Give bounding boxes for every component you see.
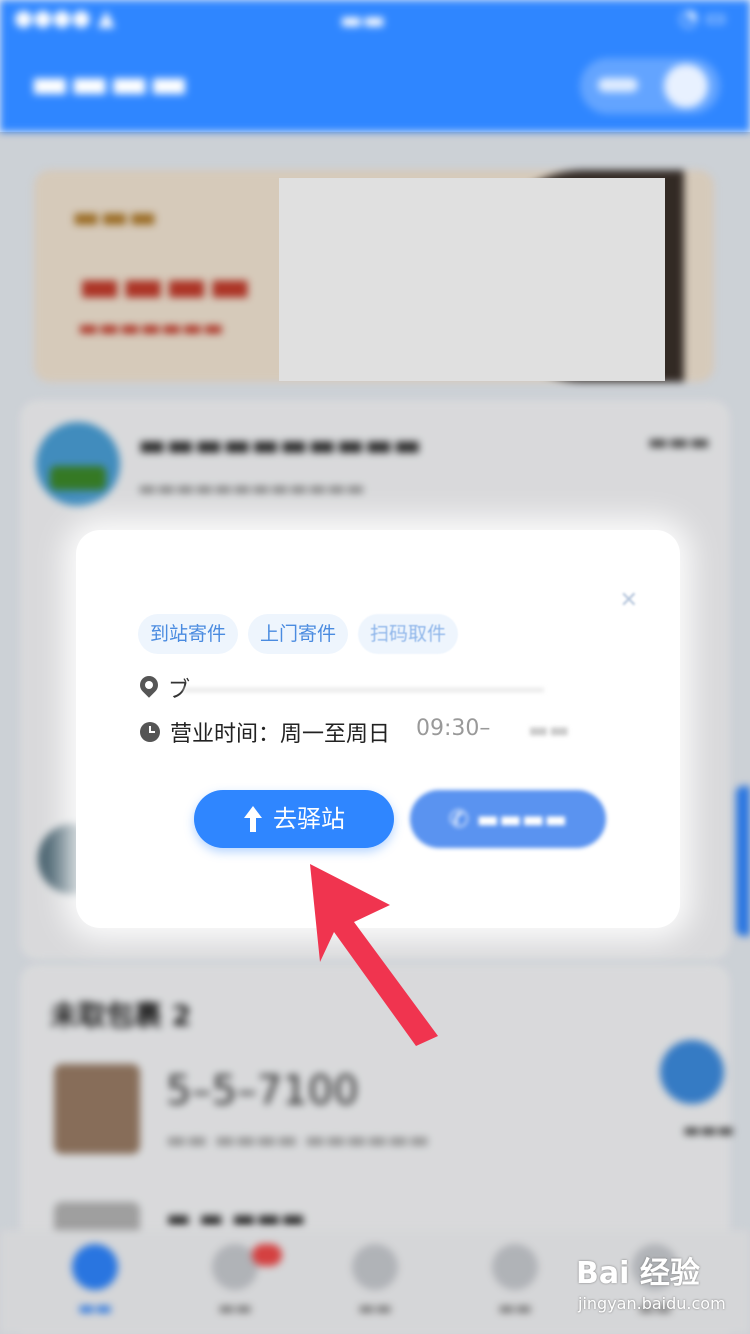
tag-station-send[interactable]: 到站寄件 [138,614,239,654]
app-header: ●●●● ▲ ▬▬ ◔ ▭ ▬▬▬▬ [0,0,750,132]
go-to-station-button[interactable]: 去驿站 [194,790,394,848]
tag-door-pickup[interactable]: 上门寄件 [248,614,349,654]
hours-value: 09:30– [416,716,491,741]
address-blurred [184,688,544,692]
more-icon[interactable] [598,78,638,92]
clock-icon [140,722,160,742]
mini-program-capsule[interactable] [580,58,720,114]
hours-row: 营业时间：周一至周日 09:30– ▬▬ [138,716,618,750]
go-to-station-label: 去驿站 [273,805,345,833]
service-tags: 到站寄件 上门寄件 扫码取件 [138,614,468,654]
status-bar: ●●●● ▲ ▬▬ ◔ ▭ [0,0,750,40]
watermark-logo: Bai 经验 [576,1256,700,1291]
location-pin-icon [136,672,162,698]
watermark-url: jingyan.baidu.com [578,1294,726,1313]
tag-scan-pickup[interactable]: 扫码取件 [358,614,459,654]
signal-icon: ●●●● ▲ [14,6,115,31]
battery-icon: ◔ ▭ [679,6,726,31]
hours-value-blurred: ▬▬ [528,718,570,743]
hours-label: 营业时间：周一至周日 [170,722,391,747]
arrow-up-icon [243,806,263,832]
close-circle-icon[interactable] [664,64,708,108]
baidu-jingyan-watermark: Bai 经验 jingyan.baidu.com [576,1248,736,1318]
call-station-button[interactable]: ✆ ▬▬▬▬ [410,790,606,848]
app-title: ▬▬▬▬ [30,58,189,107]
close-icon[interactable]: ✕ [620,588,638,613]
annotation-arrow [310,864,438,1046]
address-row: ブ [136,672,544,703]
clock: ▬▬ [340,6,386,34]
